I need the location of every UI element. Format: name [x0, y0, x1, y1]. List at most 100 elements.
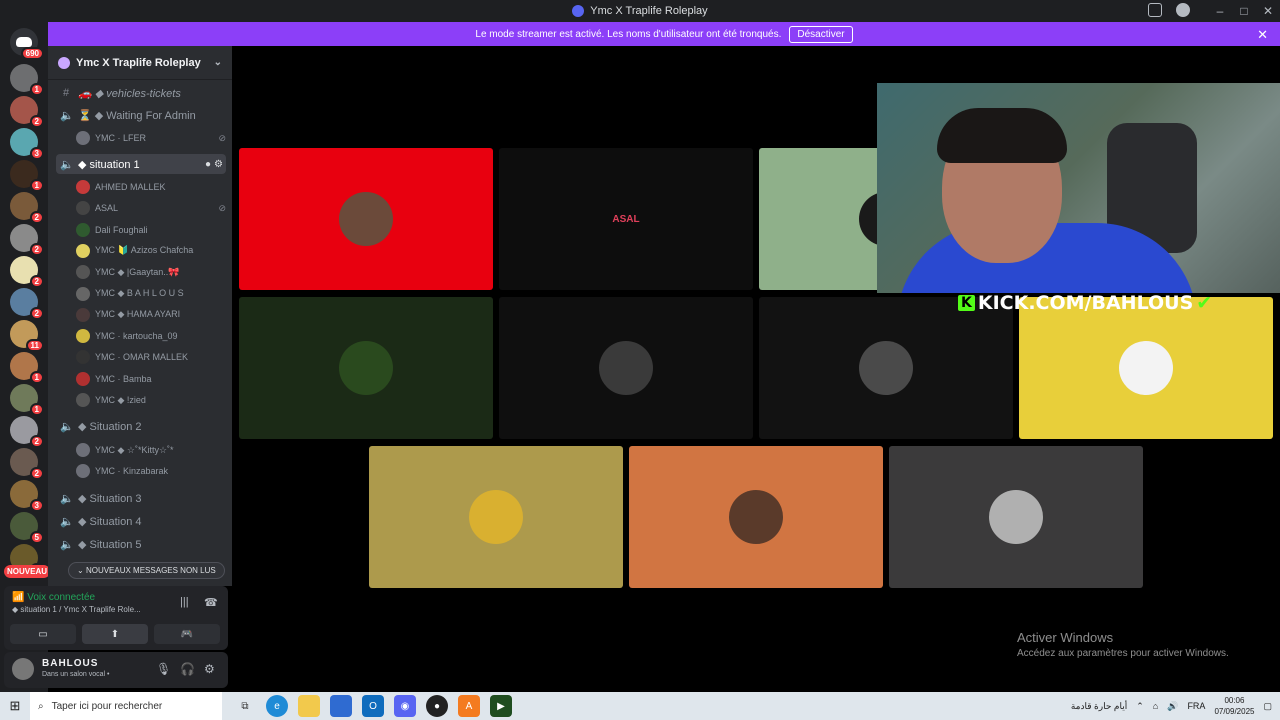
- voice-member[interactable]: ASAL ⊘: [76, 199, 226, 217]
- server-icon[interactable]: 2: [10, 256, 44, 288]
- inbox-icon[interactable]: [1148, 3, 1162, 17]
- home-button[interactable]: 690: [10, 28, 44, 60]
- voice-member[interactable]: YMC 🔰 Azizos Chafcha: [76, 242, 226, 260]
- screen-share-button[interactable]: ⬆: [82, 624, 148, 644]
- system-tray: أيام حارة قادمة ⌃ ⌂ 🔊 FRA 00:06 07/09/20…: [1071, 695, 1280, 717]
- file-explorer-icon[interactable]: [298, 695, 320, 717]
- voice-member[interactable]: YMC · Bamba: [76, 370, 226, 388]
- guild-header[interactable]: Ymc X Traplife Roleplay ⌄: [48, 46, 232, 80]
- maximize-button[interactable]: □: [1232, 0, 1256, 22]
- minimize-button[interactable]: –: [1208, 0, 1232, 22]
- voice-member[interactable]: YMC ◆ |Gaaytan..🎀: [76, 263, 226, 281]
- video-button[interactable]: ▭: [10, 624, 76, 644]
- new-messages-pill[interactable]: NOUVEAU: [4, 565, 51, 578]
- channel-situation-2[interactable]: 🔈 ◆ Situation 2: [56, 416, 226, 436]
- server-icon[interactable]: 1: [10, 384, 44, 416]
- server-icon[interactable]: 2: [10, 448, 44, 480]
- server-icon[interactable]: 2: [10, 192, 44, 224]
- channel-situation-1[interactable]: 🔈 ◆ situation 1 ●⚙: [56, 154, 226, 174]
- voice-member[interactable]: YMC ◆ !zied: [76, 391, 226, 409]
- volume-icon[interactable]: 🔊: [1167, 701, 1178, 712]
- outlook-icon[interactable]: O: [362, 695, 384, 717]
- chevron-up-icon[interactable]: ⌃: [1136, 701, 1144, 712]
- server-icon[interactable]: 11: [10, 320, 44, 352]
- app-green-icon[interactable]: ▶: [490, 695, 512, 717]
- voice-member[interactable]: YMC ◆ HAMA AYARI: [76, 306, 226, 324]
- server-icon[interactable]: 1: [10, 160, 44, 192]
- voice-member[interactable]: YMC · OMAR MALLEK: [76, 348, 226, 366]
- server-badge: 5: [29, 531, 44, 544]
- headphones-icon[interactable]: 🎧: [180, 662, 195, 676]
- activity-button[interactable]: 🎮: [154, 624, 220, 644]
- obs-icon[interactable]: ●: [426, 695, 448, 717]
- server-icon[interactable]: 1: [10, 64, 44, 96]
- voice-member[interactable]: AHMED MALLEK: [76, 178, 226, 196]
- avatar: [76, 131, 90, 145]
- channel-situation-5[interactable]: 🔈 ◆ Situation 5: [56, 534, 226, 554]
- channel-waiting-admin[interactable]: 🔈 ⏳ ◆ Waiting For Admin: [56, 105, 226, 125]
- video-tile[interactable]: ASAL: [499, 148, 753, 290]
- task-view-icon[interactable]: ⧉: [234, 695, 256, 717]
- server-icon[interactable]: 2: [10, 288, 44, 320]
- server-icon[interactable]: 2: [10, 224, 44, 256]
- video-tile[interactable]: [629, 446, 883, 588]
- video-tile[interactable]: [239, 148, 493, 290]
- language-indicator[interactable]: FRA: [1187, 701, 1205, 711]
- channel-tools[interactable]: ●⚙: [205, 159, 226, 170]
- avatar: [76, 180, 90, 194]
- voice-status-text: Voix connectée: [27, 592, 96, 603]
- channel-situation-4[interactable]: 🔈 ◆ Situation 4: [56, 511, 226, 531]
- disable-streamer-button[interactable]: Désactiver: [789, 25, 853, 43]
- user-status: Dans un salon vocal •: [42, 671, 110, 678]
- server-icon[interactable]: 3: [10, 128, 44, 160]
- close-window-button[interactable]: ✕: [1256, 0, 1280, 22]
- windows-start-icon[interactable]: ⊞: [0, 698, 30, 714]
- video-tile[interactable]: [499, 297, 753, 439]
- video-tile[interactable]: [759, 297, 1013, 439]
- soundboard-icon[interactable]: |||: [180, 596, 189, 608]
- server-icon[interactable]: 2: [10, 416, 44, 448]
- video-tile[interactable]: [889, 446, 1143, 588]
- network-icon[interactable]: ⌂: [1153, 701, 1158, 711]
- video-tile[interactable]: [369, 446, 623, 588]
- store-icon[interactable]: [330, 695, 352, 717]
- avatar: [76, 201, 90, 216]
- voice-member[interactable]: YMC · Kinzabarak: [76, 462, 226, 480]
- unread-label: NOUVEAUX MESSAGES NON LUS: [85, 566, 216, 575]
- voice-member[interactable]: Dali Foughali: [76, 221, 226, 239]
- channel-vehicles-tickets[interactable]: # 🚗 ◆ vehicles-tickets: [56, 83, 226, 103]
- app-orange-icon[interactable]: A: [458, 695, 480, 717]
- voice-member[interactable]: YMC · kartoucha_09: [76, 327, 226, 345]
- video-tile[interactable]: [1019, 297, 1273, 439]
- server-badge: 11: [25, 339, 44, 352]
- taskbar-search[interactable]: ⌕ Taper ici pour rechercher: [30, 692, 222, 720]
- user-name[interactable]: BAHLOUS: [42, 658, 98, 669]
- server-icon[interactable]: 3: [10, 480, 44, 512]
- webcam-overlay: [877, 83, 1280, 293]
- microphone-icon[interactable]: 🎙: [156, 662, 171, 676]
- close-icon[interactable]: ✕: [1257, 27, 1268, 43]
- discord-taskbar-icon[interactable]: ◉: [394, 695, 416, 717]
- voice-status[interactable]: 📶 Voix connectée: [12, 592, 95, 603]
- server-icon[interactable]: 2: [10, 96, 44, 128]
- channel-situation-3[interactable]: 🔈 ◆ Situation 3: [56, 488, 226, 508]
- clock[interactable]: 00:06 07/09/2025: [1214, 695, 1254, 717]
- help-icon[interactable]: [1176, 3, 1190, 17]
- server-icon[interactable]: 1: [10, 352, 44, 384]
- taskbar-apps: ⧉ e O ◉ ● A ▶: [234, 695, 512, 717]
- unread-messages-pill[interactable]: ⌄ NOUVEAUX MESSAGES NON LUS: [68, 562, 225, 579]
- notification-icon[interactable]: ▢: [1263, 701, 1272, 712]
- tile-logo-text: ASAL: [612, 213, 640, 225]
- avatar[interactable]: [12, 658, 34, 680]
- channel-label: ◆ Situation 5: [78, 538, 142, 551]
- voice-member[interactable]: YMC · LFER ⊘: [76, 129, 226, 147]
- edge-icon[interactable]: e: [266, 695, 288, 717]
- server-icon[interactable]: 5: [10, 512, 44, 544]
- voice-channel-text[interactable]: ◆ situation 1 / Ymc X Traplife Role...: [12, 605, 141, 614]
- video-tile[interactable]: [239, 297, 493, 439]
- disconnect-icon[interactable]: ☎: [204, 596, 218, 609]
- weather-text[interactable]: أيام حارة قادمة: [1071, 701, 1127, 712]
- voice-member[interactable]: YMC ◆ ☆˚*Kitty☆˚*: [76, 441, 226, 459]
- voice-member[interactable]: YMC ◆ B A H L O U S: [76, 285, 226, 303]
- gear-icon[interactable]: ⚙: [204, 662, 215, 676]
